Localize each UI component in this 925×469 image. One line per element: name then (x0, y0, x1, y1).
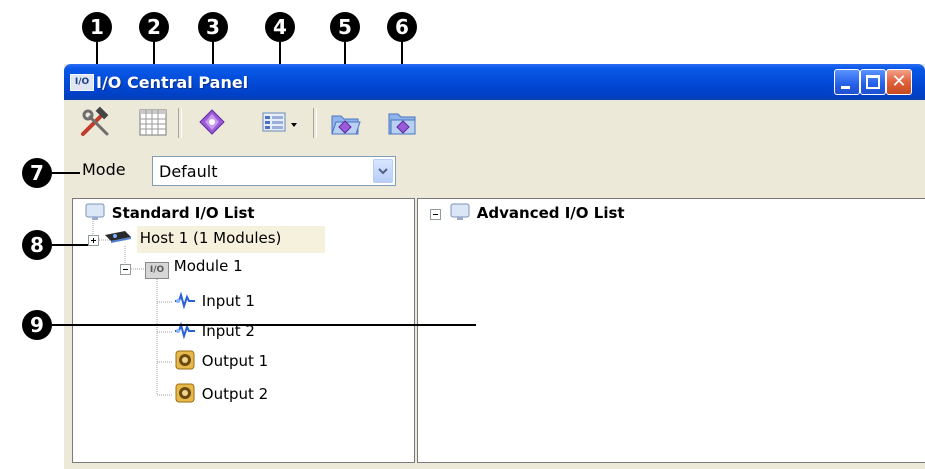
minimize-button[interactable] (834, 69, 860, 95)
title-bar[interactable]: I/O I/O Central Panel ✕ (64, 64, 925, 100)
toolbar (64, 100, 925, 148)
view-options-button[interactable] (259, 105, 303, 139)
import-button[interactable] (328, 105, 362, 139)
standard-io-tree[interactable]: Standard I/O List Host 1 (1 Modules) I/O… (72, 198, 415, 463)
callout-1: 1 (82, 12, 112, 42)
io-central-panel-window: I/O I/O Central Panel ✕ Mode Default Sta… (64, 64, 925, 469)
io-output-1-label: Output 1 (201, 352, 269, 370)
output-speaker-icon (175, 383, 195, 403)
mode-select[interactable]: Default (152, 156, 396, 186)
hammer-wrench-icon (81, 106, 109, 136)
export-button[interactable] (385, 105, 419, 139)
advanced-io-tree[interactable]: Advanced I/O List (417, 198, 925, 463)
module-label: Module 1 (173, 257, 243, 275)
advanced-list-title: Advanced I/O List (476, 204, 625, 222)
add-io-button[interactable] (195, 105, 229, 139)
io-input-2[interactable]: Input 2 (173, 320, 255, 340)
toolbar-separator (178, 108, 182, 138)
monitor-icon (85, 203, 105, 220)
chevron-down-icon (378, 168, 388, 175)
io-input-1[interactable]: Input 1 (173, 290, 255, 310)
mode-dropdown-button[interactable] (373, 159, 393, 183)
folder-import-icon (331, 115, 361, 135)
module-node[interactable]: I/O Module 1 (145, 257, 243, 279)
list-view-dropdown-icon (262, 112, 297, 132)
close-button[interactable]: ✕ (886, 69, 912, 95)
io-output-2[interactable]: Output 2 (173, 383, 268, 403)
callout-5: 5 (330, 12, 360, 42)
host-expander[interactable] (88, 235, 99, 246)
standard-root-node[interactable]: Standard I/O List (83, 202, 255, 222)
folder-export-icon (388, 113, 416, 135)
host-label: Host 1 (1 Modules) (139, 229, 282, 247)
grid-view-button[interactable] (136, 105, 170, 139)
callout-3: 3 (198, 12, 228, 42)
io-output-2-label: Output 2 (201, 385, 269, 403)
advanced-root-node[interactable]: Advanced I/O List (448, 202, 625, 222)
maximize-button[interactable] (860, 69, 886, 95)
host-device-icon (105, 231, 131, 243)
output-speaker-icon (175, 350, 195, 370)
callout-7: 7 (22, 158, 52, 188)
callout-2: 2 (139, 12, 169, 42)
input-signal-icon (175, 321, 195, 340)
io-output-1[interactable]: Output 1 (173, 350, 268, 370)
grid-table-icon (139, 109, 167, 136)
callout-4: 4 (265, 12, 295, 42)
module-expander[interactable] (120, 264, 131, 275)
callout-7-leader (52, 172, 80, 174)
callout-6: 6 (387, 12, 417, 42)
module-icon: I/O (145, 262, 169, 279)
settings-tools-button[interactable] (78, 105, 112, 139)
app-icon: I/O (70, 74, 94, 91)
callout-9: 9 (22, 310, 52, 340)
callout-9-leader (52, 324, 476, 326)
mode-selected-value: Default (159, 162, 218, 181)
advanced-expander[interactable] (430, 209, 441, 220)
input-signal-icon (175, 291, 195, 310)
purple-diamond-icon (199, 109, 225, 135)
io-input-1-label: Input 1 (201, 292, 255, 310)
callout-8-leader (52, 244, 88, 246)
minimize-icon (841, 86, 850, 89)
callout-8: 8 (22, 230, 52, 260)
close-icon: ✕ (891, 71, 907, 92)
maximize-icon (866, 75, 880, 89)
monitor-icon (450, 203, 470, 220)
window-title: I/O Central Panel (96, 73, 249, 92)
mode-label: Mode (82, 160, 126, 179)
host-node[interactable]: Host 1 (1 Modules) (103, 227, 281, 247)
toolbar-separator (313, 108, 317, 138)
standard-list-title: Standard I/O List (111, 204, 255, 222)
